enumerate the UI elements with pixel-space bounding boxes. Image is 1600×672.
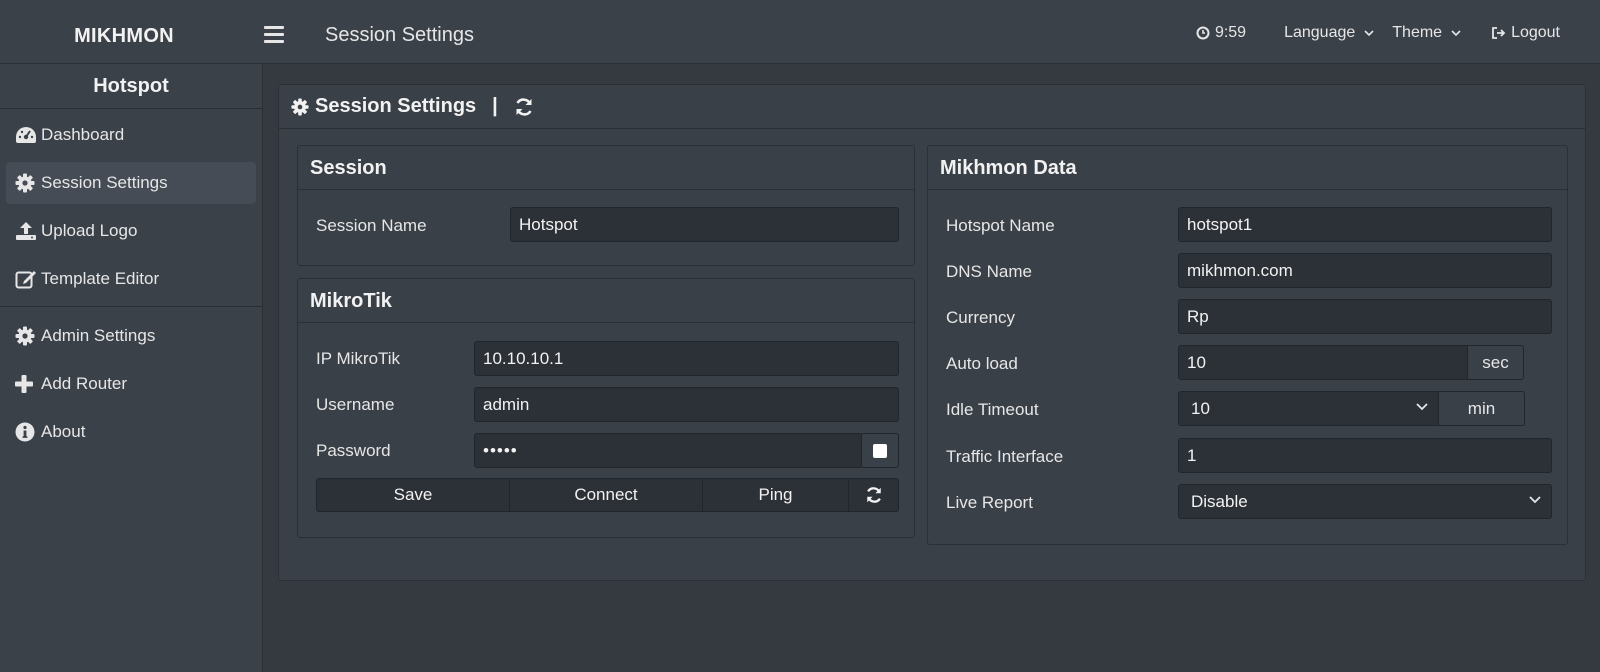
card-title: Session Settings <box>315 95 477 117</box>
chevron-down-icon <box>1451 29 1461 36</box>
idle-timeout-label: Idle Timeout <box>946 400 1039 419</box>
sidebar-item-label: About <box>41 422 86 441</box>
top-navbar: MIKHMON Session Settings 9:59 Language T… <box>0 0 1600 64</box>
gear-icon <box>15 326 41 346</box>
session-name-input[interactable]: Hotspot <box>510 207 899 242</box>
refresh-icon[interactable] <box>514 97 534 117</box>
upload-icon <box>15 221 41 241</box>
mikhmon-data-panel-title: Mikhmon Data <box>928 146 1567 190</box>
auto-load-label: Auto load <box>946 354 1018 373</box>
password-input[interactable]: ••••• <box>474 433 863 468</box>
sidebar-item-template-editor[interactable]: Template Editor <box>6 258 256 300</box>
dns-name-label: DNS Name <box>946 262 1032 281</box>
sidebar: Hotspot Dashboard Session Settings Uploa… <box>0 64 263 672</box>
save-button[interactable]: Save <box>316 478 510 512</box>
plus-icon <box>15 375 41 393</box>
username-label: Username <box>316 395 395 414</box>
traffic-interface-input[interactable]: 1 <box>1178 438 1552 473</box>
clock-time: 9:59 <box>1214 24 1247 41</box>
sidebar-item-dashboard[interactable]: Dashboard <box>6 114 256 156</box>
mikrotik-panel: MikroTik IP MikroTik 10.10.10.1 Username… <box>297 278 915 538</box>
sidebar-item-label: Dashboard <box>41 125 125 144</box>
sidebar-item-session-settings[interactable]: Session Settings <box>6 162 256 204</box>
ip-mikrotik-label: IP MikroTik <box>316 349 401 368</box>
auto-load-input[interactable]: 10 <box>1178 345 1468 380</box>
logout-label: Logout <box>1511 24 1560 41</box>
sidebar-title: Hotspot <box>0 64 262 109</box>
brand-logo[interactable]: MIKHMON <box>0 0 248 64</box>
sidebar-item-add-router[interactable]: Add Router <box>6 363 256 405</box>
clock: 9:59 <box>1196 24 1246 42</box>
sidebar-item-upload-logo[interactable]: Upload Logo <box>6 210 256 252</box>
dashboard-icon <box>15 126 41 144</box>
refresh-icon <box>866 487 881 503</box>
sidebar-item-label: Template Editor <box>41 269 160 288</box>
top-nav-right: 9:59 Language Theme Logout <box>1196 24 1560 42</box>
mikrotik-panel-title: MikroTik <box>298 279 914 323</box>
session-settings-card: Session Settings | Session Session Name … <box>278 84 1586 581</box>
language-dropdown[interactable]: Language <box>1284 24 1374 42</box>
idle-timeout-unit: min <box>1438 391 1525 426</box>
language-label: Language <box>1284 24 1356 41</box>
password-label: Password <box>316 441 391 460</box>
hotspot-name-input[interactable]: hotspot1 <box>1178 207 1552 242</box>
theme-dropdown[interactable]: Theme <box>1392 24 1461 42</box>
session-panel-title: Session <box>298 146 914 190</box>
checkbox[interactable] <box>873 443 887 458</box>
dns-name-input[interactable]: mikhmon.com <box>1178 253 1552 288</box>
ip-mikrotik-input[interactable]: 10.10.10.1 <box>474 341 899 376</box>
sidebar-item-admin-settings[interactable]: Admin Settings <box>6 315 256 357</box>
card-header: Session Settings | <box>279 85 1585 129</box>
sidebar-item-about[interactable]: About <box>6 411 256 453</box>
hotspot-name-label: Hotspot Name <box>946 216 1055 235</box>
sign-out-icon <box>1492 27 1506 39</box>
live-report-label: Live Report <box>946 493 1033 512</box>
gear-icon <box>15 173 41 193</box>
gear-icon <box>291 97 309 116</box>
connect-button[interactable]: Connect <box>510 478 703 512</box>
username-input[interactable]: admin <box>474 387 899 422</box>
sidebar-item-label: Add Router <box>41 374 127 393</box>
idle-timeout-value: 10 <box>1191 398 1210 418</box>
show-password-toggle[interactable] <box>861 433 899 468</box>
chevron-down-icon <box>1529 496 1541 504</box>
live-report-select[interactable]: Disable <box>1178 484 1552 519</box>
live-report-value: Disable <box>1191 491 1248 511</box>
currency-label: Currency <box>946 308 1015 327</box>
reload-button[interactable] <box>849 478 899 512</box>
mikhmon-data-panel: Mikhmon Data Hotspot Name hotspot1 DNS N… <box>927 145 1568 545</box>
session-name-label: Session Name <box>316 216 427 235</box>
ping-button[interactable]: Ping <box>703 478 849 512</box>
sidebar-item-label: Upload Logo <box>41 221 138 240</box>
edit-icon <box>15 269 41 289</box>
page-title: Session Settings <box>325 24 474 46</box>
info-icon <box>15 422 41 442</box>
chevron-down-icon <box>1416 403 1428 411</box>
idle-timeout-select[interactable]: 10 <box>1178 391 1439 426</box>
traffic-interface-label: Traffic Interface <box>946 447 1064 466</box>
logout-link[interactable]: Logout <box>1491 24 1560 42</box>
auto-load-unit: sec <box>1467 345 1524 380</box>
mikrotik-actions: Save Connect Ping <box>316 478 899 512</box>
menu-toggle-icon[interactable] <box>264 26 284 43</box>
sidebar-item-label: Admin Settings <box>41 326 156 345</box>
sidebar-item-label: Session Settings <box>41 173 168 192</box>
sidebar-divider <box>0 306 262 307</box>
chevron-down-icon <box>1364 29 1374 36</box>
title-separator: | <box>492 95 498 117</box>
clock-icon <box>1196 26 1210 40</box>
session-panel: Session Session Name Hotspot <box>297 145 915 266</box>
currency-input[interactable]: Rp <box>1178 299 1552 334</box>
theme-label: Theme <box>1392 24 1443 41</box>
